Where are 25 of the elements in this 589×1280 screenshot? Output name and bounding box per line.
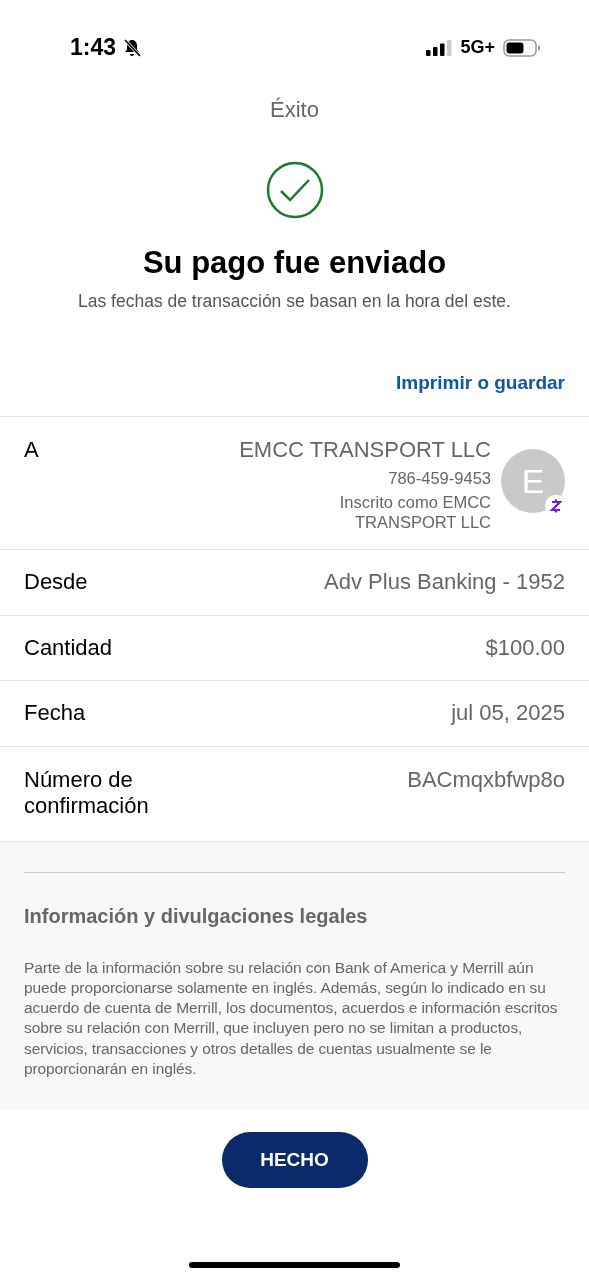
recipient-phone: 786-459-9453 [388,469,491,489]
field-label: Fecha [24,700,86,727]
recipient-name: EMCC TRANSPORT LLC [239,437,491,463]
screen-title: Éxito [269,97,320,123]
field-value: jul 05, 2025 [451,700,565,727]
recipient-enrolled-name: Inscrito como EMCC TRANSPORT LLC [338,492,491,533]
timezone-note: Las fechas de transacción se basan en la hora del este. [77,291,512,312]
check-circle-icon [265,161,324,219]
field-label: Número de confirmación [24,766,150,820]
field-label: A [24,437,39,464]
field-label: Desde [24,569,88,596]
field-value: BACmqxbfwp8o [407,766,565,793]
network-label: 5G+ [460,37,495,58]
field-label: Cantidad [24,634,113,661]
legal-text: Parte de la información sobre su relación con Bank of America y Merrill aún puede proporcionarse solamente en inglés. Además, según lo indicado en su acuerdo de cuenta de Merrill, los documentos, acuerdos e información escritos sobre su relación con Merrill, que incluyen pero no se limitan a productos, servicios, transacciones y otros detalles de cuentas usualmente se le proporcionarán en inglés. [24,957,559,1079]
field-value: $100.00 [485,634,565,661]
legal-title: Información y divulgaciones legales [24,904,369,928]
print-save-link[interactable]: Imprimir o guardar [396,372,565,416]
battery-icon [503,38,541,57]
muted-bell-icon [122,37,143,58]
status-time: 1:43 [70,34,117,61]
success-heading: Su pago fue enviado [141,245,448,281]
field-value: Adv Plus Banking - 1952 [324,569,565,596]
signal-icon [426,39,453,56]
done-button[interactable]: HECHO [221,1131,368,1188]
